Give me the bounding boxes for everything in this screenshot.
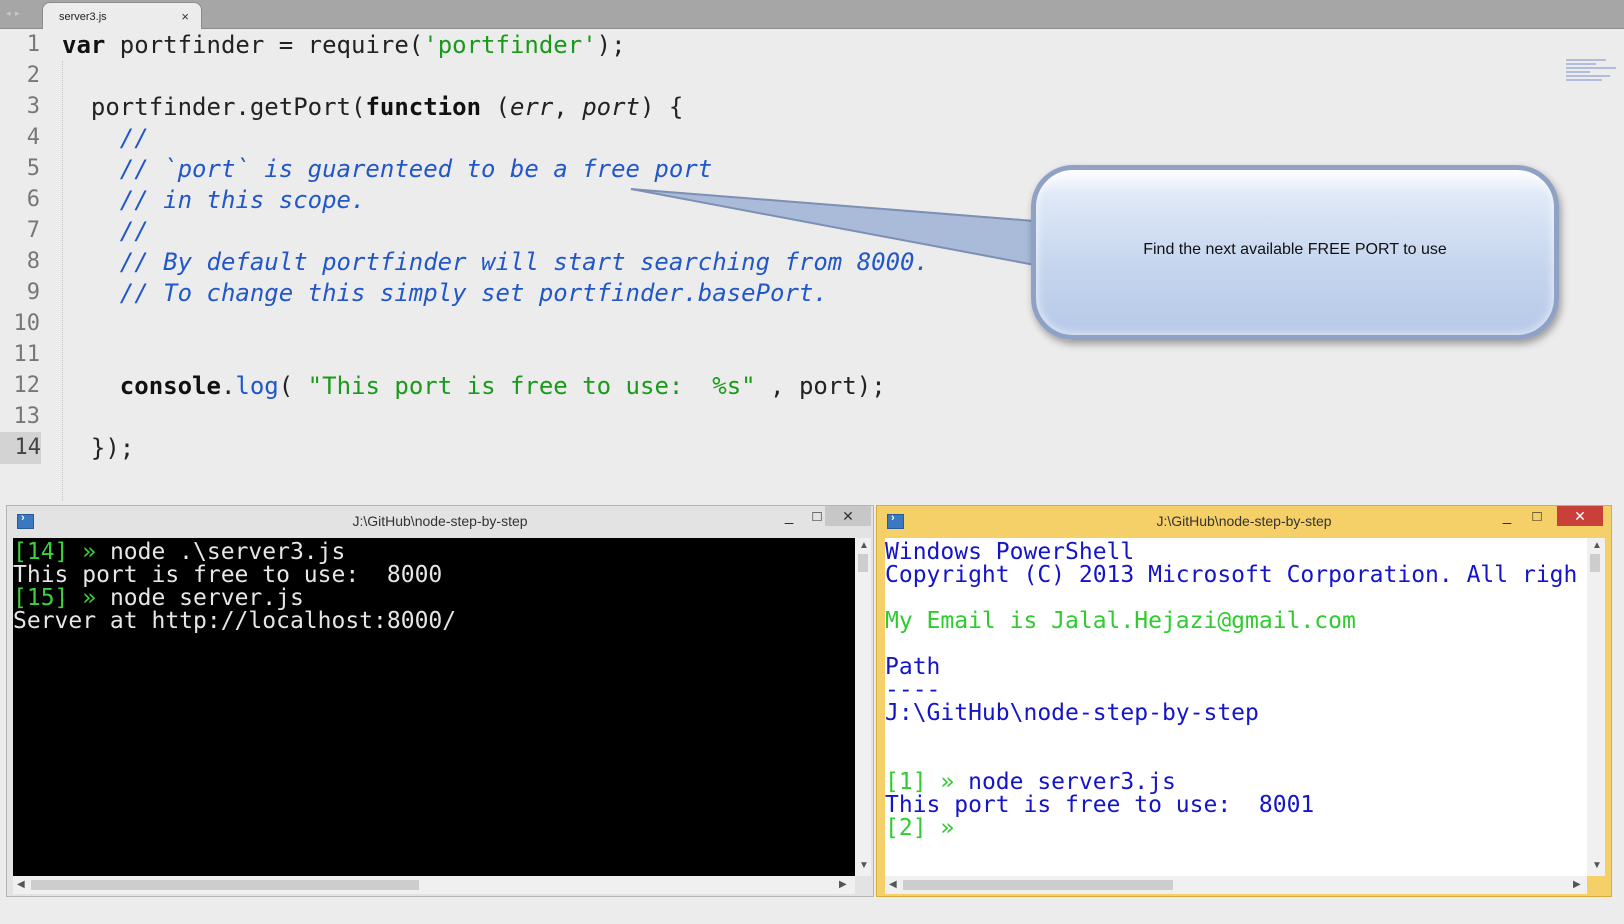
tab-label: server3.js <box>59 11 107 23</box>
scroll-up-arrow[interactable]: ▲ <box>1592 540 1602 551</box>
line-number: 1 <box>26 32 40 57</box>
console-line: Server at http://localhost:8000/ <box>13 608 457 634</box>
horizontal-scrollbar[interactable]: ◀ ▶ <box>13 876 855 894</box>
scroll-thumb[interactable] <box>31 880 419 890</box>
vertical-scrollbar[interactable]: ▲ ▼ <box>855 538 871 876</box>
line-number: 10 <box>13 311 41 336</box>
scroll-thumb[interactable] <box>1590 554 1600 572</box>
code-comment: // <box>62 217 149 245</box>
scroll-right-arrow[interactable]: ▶ <box>1573 879 1581 890</box>
scroll-right-arrow[interactable]: ▶ <box>839 879 847 890</box>
minimize-button[interactable]: _ <box>1493 506 1521 528</box>
scroll-up-arrow[interactable]: ▲ <box>859 540 869 551</box>
line-number: 3 <box>26 94 40 119</box>
tab-close-icon[interactable]: × <box>181 9 189 24</box>
console-line: This port is free to use: 8001 <box>885 792 1315 818</box>
callout-bubble: Find the next available FREE PORT to use <box>630 165 1559 340</box>
console-line: ---- <box>885 677 941 703</box>
console-output[interactable]: [14] » node .\server3.js This port is fr… <box>13 538 855 876</box>
tab-bar: ◂ ▸ server3.js × <box>0 0 1624 29</box>
console-line: Path <box>885 654 941 680</box>
window-title: J:\GitHub\node-step-by-step <box>352 513 528 529</box>
line-number: 7 <box>26 218 40 243</box>
maximize-button[interactable]: □ <box>1523 506 1551 528</box>
scroll-thumb[interactable] <box>903 880 1173 890</box>
line-number: 9 <box>26 280 40 305</box>
console-line: Windows PowerShell <box>885 539 1135 565</box>
code-line: 3 portfinder.getPort(function (err, port… <box>0 91 1624 123</box>
console-line: [14] » node .\server3.js <box>13 539 346 565</box>
code-line: 12 console.log( "This port is free to us… <box>0 370 1624 402</box>
code-comment: // `port` is guarenteed to be a free por… <box>62 155 713 183</box>
line-number: 11 <box>13 342 41 367</box>
code-line: 4 // <box>0 122 1624 154</box>
minimize-button[interactable]: _ <box>775 506 803 528</box>
console-line: This port is free to use: 8000 <box>13 562 443 588</box>
console-output[interactable]: Windows PowerShell Copyright (C) 2013 Mi… <box>885 538 1587 876</box>
code-line: 13 <box>0 401 1624 433</box>
scroll-down-arrow[interactable]: ▼ <box>1592 860 1602 871</box>
scroll-left-arrow[interactable]: ◀ <box>17 879 25 890</box>
line-number: 13 <box>13 404 41 429</box>
console-line: [15] » node server.js <box>13 585 304 611</box>
scroll-left-arrow[interactable]: ◀ <box>889 879 897 890</box>
tab-server3[interactable]: server3.js × <box>42 2 202 29</box>
callout-text: Find the next available FREE PORT to use <box>1143 241 1447 258</box>
callout-pointer <box>630 188 1036 267</box>
scroll-thumb[interactable] <box>858 554 868 572</box>
code-comment: // <box>62 124 149 152</box>
console-line: J:\GitHub\node-step-by-step <box>885 700 1259 726</box>
code-comment: // in this scope. <box>62 186 366 214</box>
line-number: 5 <box>26 156 40 181</box>
powershell-window-left[interactable]: › J:\GitHub\node-step-by-step _ □ ✕ [14]… <box>6 505 874 897</box>
powershell-window-right[interactable]: › J:\GitHub\node-step-by-step _ □ ✕ Wind… <box>876 505 1612 897</box>
horizontal-scrollbar[interactable]: ◀ ▶ <box>885 876 1587 894</box>
code-line: 1 var portfinder = require('portfinder')… <box>0 29 1624 61</box>
line-number: 8 <box>26 249 40 274</box>
close-button[interactable]: ✕ <box>1557 506 1603 526</box>
console-line: [1] » node server3.js <box>885 769 1176 795</box>
line-number: 2 <box>26 63 40 88</box>
console-line: Copyright (C) 2013 Microsoft Corporation… <box>885 562 1578 588</box>
code-line: 14 }); <box>0 432 1624 464</box>
line-number: 12 <box>13 373 41 398</box>
line-number: 6 <box>26 187 40 212</box>
minimap[interactable] <box>1566 59 1622 91</box>
line-number: 4 <box>26 125 40 150</box>
code-line: 11 <box>0 339 1624 371</box>
close-button[interactable]: ✕ <box>825 506 871 526</box>
console-line: My Email is Jalal.Hejazi@gmail.com <box>885 608 1356 634</box>
code-line: 2 <box>0 60 1624 92</box>
line-number-active: 14 <box>0 432 41 464</box>
console-line: [2] » <box>885 815 955 841</box>
vertical-scrollbar[interactable]: ▲ ▼ <box>1587 538 1605 876</box>
scroll-down-arrow[interactable]: ▼ <box>859 860 869 871</box>
tab-overflow-icon[interactable]: ◂ ▸ <box>6 8 21 19</box>
